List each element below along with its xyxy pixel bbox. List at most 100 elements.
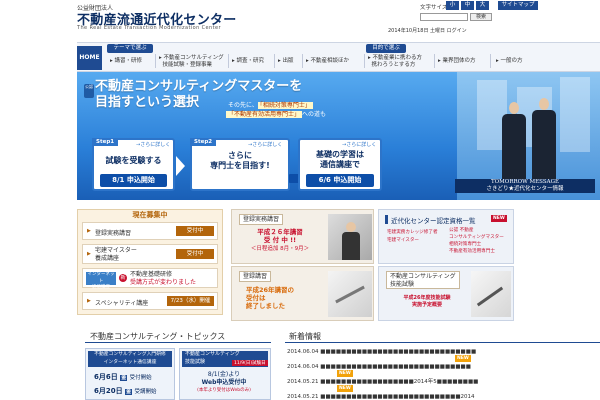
nav-item-label: 一般の方 [500, 58, 523, 64]
sitemap-button[interactable]: サイトマップ [498, 1, 538, 10]
cert-item[interactable]: 宅建マイスター [387, 237, 438, 245]
hero-sub2-suffix: への道も [302, 111, 327, 118]
nav-item-general-public[interactable]: ▸ 一般の方 [496, 58, 523, 65]
tile-red-line2: 受 付 中 !! [263, 236, 297, 244]
recruit-row-meister-course[interactable]: ▶ 宅建マイスター 養成講座 受付中 [82, 244, 218, 264]
tomorrow-line1: TOMORROW MESSAGE [491, 179, 559, 185]
hero-sub1-highlight: 「相続対策専門士」 [257, 102, 313, 109]
internet-course-tag-line2: 通信講座 [92, 285, 110, 290]
nav-purpose-label: 目的で選ぶ [366, 44, 406, 53]
news-underline [285, 342, 600, 343]
step3-card[interactable]: →さらに詳しく 基礎の学習は 通信講座で 6/6 申込開始 [298, 138, 382, 191]
news-text: ■■■■■■■■■■■■■■■■■■■■■■■■■■■2014 [320, 394, 475, 400]
news-new-row: NEW [337, 385, 600, 392]
cert-item[interactable]: 不動産有効活用専門士 [449, 248, 504, 255]
nav-item-label: 講習・研修 [114, 58, 143, 64]
nav-item-label: 不動産コンサルティング [163, 55, 224, 61]
font-size-label: 文字サイズ [420, 5, 448, 11]
site-logo-english: The Real Estate Transaction Modernizatio… [77, 25, 221, 31]
tile-consulting-exam[interactable]: 不動産コンサルティング 技能試験 平成26年度技能試験 実施予定概要 [378, 266, 514, 321]
topics-date-1-text: 受付開始 [129, 375, 152, 381]
nav-item-label: 調査・研究 [236, 58, 265, 64]
news-item[interactable]: 2014.05.21 ■■■■■■■■■■■■■■■■■■2014年5■■■■■… [287, 378, 600, 387]
pen-icon [476, 286, 504, 307]
nav-item-label: 不動産業に携わる方 [372, 55, 423, 61]
nav-item-training[interactable]: ▸ 講習・研修 [110, 58, 142, 65]
person-head [509, 102, 519, 114]
nav-item-label: 不動産相談ほか [310, 58, 350, 64]
tomorrow-message-button[interactable]: TOMORROW MESSAGE さきどり★近代化センター情報 [455, 179, 595, 193]
step2-title-line1: さらに [228, 151, 252, 160]
recruit-row-label: スペシャリティ講座 [95, 300, 149, 307]
nav-home-button[interactable]: HOME [77, 46, 102, 70]
step2-label: Step2 [190, 138, 217, 146]
recruiting-title: 現在募集中 [132, 211, 168, 219]
tile-registration-course[interactable]: 登録実務講習 平成２６年講習受 付 中 !! ＜日程追加 8月・9月＞ [231, 209, 374, 264]
step2-more-link[interactable]: →さらに詳しく [248, 141, 282, 148]
hero-subtitle-2: 「不動産有効活用専門士」 への道も [226, 109, 326, 118]
step2-title-line2: 専門士を目指す! [210, 161, 270, 170]
nav-item-label: 業界団体の方 [442, 58, 476, 64]
step1-card[interactable]: Step1 →さらに詳しく 試験を受験する 8/1 申込開始 [92, 138, 175, 191]
cert-item[interactable]: 宅建実務カレッジ修了者 [387, 229, 438, 237]
hero-subtitle-1: その先に、 「相続対策専門士」 [228, 100, 313, 109]
nav-item-industry-people[interactable]: ▸ 不動産業に携わる方 携わろうとする方 [368, 55, 422, 68]
step2-card[interactable]: Step2 →さらに詳しく さらに 専門士を目指す! [190, 138, 290, 191]
internet-course-tag-line1: インターネット [87, 272, 115, 284]
topics-card-consulting-exam[interactable]: 不動産コンサルティング 技能試験 11/9(日)試験日 8/1(金)より Web申込… [179, 348, 271, 400]
nav-item-consultation[interactable]: ▸ 不動産相談ほか [306, 58, 349, 65]
news-item[interactable]: 2014.06.04 ■■■■■■■■■■■■■■■■■■■■■■■■■■■■■ [287, 363, 600, 372]
tile-photo-pen [471, 271, 511, 317]
topics-date-2: 6月20日 金 受講開始 [94, 386, 157, 396]
person-head [346, 222, 356, 232]
news-list: 2014.06.04 ■■■■■■■■■■■■■■■■■■■■■■■■■■■■■… [287, 348, 600, 400]
topics-card-intro-course[interactable]: 不動産コンサルティング入門研修 インターネット通信講座 6月6日 金 受付開始 6… [85, 348, 175, 400]
header-date-text: 2014年10月18日 土曜日 ログイン [388, 28, 467, 34]
recruit-row-label: 登録実務講習 [95, 230, 132, 237]
font-size-large-button[interactable]: 大 [476, 1, 489, 10]
person-figure [342, 232, 360, 260]
font-size-medium-button[interactable]: 中 [461, 1, 474, 10]
title-marker [385, 215, 388, 224]
tile-button[interactable]: 登録講習 [239, 271, 272, 282]
new-icon: 新 [119, 274, 127, 282]
step1-date-button[interactable]: 8/1 申込開始 [100, 174, 167, 187]
cert-item[interactable]: 相続対策専門士 [449, 241, 504, 248]
news-new-row: NEW [337, 370, 600, 377]
tile-red-line3: ＜日程追加 8月・9月＞ [250, 246, 310, 252]
cert-item[interactable]: コンサルティングマスター [449, 234, 504, 241]
topics-head-line2: インターネット通信講座 [103, 359, 157, 365]
step3-title-line2: 通信講座で [320, 160, 360, 169]
nav-item-consulting-exam[interactable]: ▸ 不動産コンサルティング 技能試験・登録事業 [159, 55, 224, 68]
tile-button[interactable]: 登録実務講習 [239, 214, 284, 225]
tile-registration-lecture[interactable]: 登録講習 平成26年講習の 受付は 終了しました [231, 266, 374, 321]
news-date: 2014.05.21 [287, 394, 319, 400]
news-item[interactable]: 2014.06.04 ■■■■■■■■■■■■■■■■■■■■■■■■■■■■■… [287, 348, 600, 357]
news-item[interactable]: 2014.05.21 ■■■■■■■■■■■■■■■■■■■■■■■■■■■20… [287, 393, 600, 400]
person-figure [502, 114, 526, 180]
search-input[interactable] [420, 13, 468, 21]
nav-item-publishing[interactable]: ▸ 出版 [278, 58, 294, 65]
search-button[interactable]: 検索 [470, 13, 492, 21]
nav-item-research[interactable]: ▸ 調査・研究 [232, 58, 264, 65]
topics-underline [85, 342, 271, 343]
cert-item[interactable]: 公認 不動産 [449, 227, 504, 234]
recruit-row-basic-training[interactable]: インターネット 通信講座 新 不動産基礎研修 受講方式が変わりました [82, 268, 218, 290]
topics-exam-apply: Web申込受付中 [201, 378, 247, 386]
tile-button-line1: 不動産コンサルティング [390, 273, 456, 280]
status-badge: 受付中 [176, 226, 214, 236]
nav-item-industry-groups[interactable]: ▸ 業界団体の方 [438, 58, 476, 65]
step3-more-link[interactable]: →さらに詳しく [342, 141, 376, 148]
topics-exam-info: 8/1(金)より Web申込受付中 (本年より受付はWebのみ) [180, 371, 268, 395]
tile-certifications[interactable]: 近代化センター認定資格一覧 NEW 宅建実務カレッジ修了者 宅建マイスター 公認… [378, 209, 514, 264]
recruit-row-registration-course[interactable]: ▶ 登録実務講習 受付中 [82, 222, 218, 240]
topics-date-1: 6月6日 金 受付開始 [94, 372, 152, 382]
tile-button[interactable]: 不動産コンサルティング 技能試験 [386, 271, 460, 289]
topics-head-line2: 技能試験 [185, 358, 206, 365]
font-size-small-button[interactable]: 小 [446, 1, 459, 10]
person-figure [532, 110, 556, 180]
step1-more-link[interactable]: →さらに詳しく [136, 141, 170, 148]
step3-date-button[interactable]: 6/6 申込開始 [306, 174, 374, 187]
recruit-row-specialty-course[interactable]: ▶ スペシャリティ講座 7/23（水）開催 [82, 292, 218, 310]
nav-divider [434, 54, 435, 68]
